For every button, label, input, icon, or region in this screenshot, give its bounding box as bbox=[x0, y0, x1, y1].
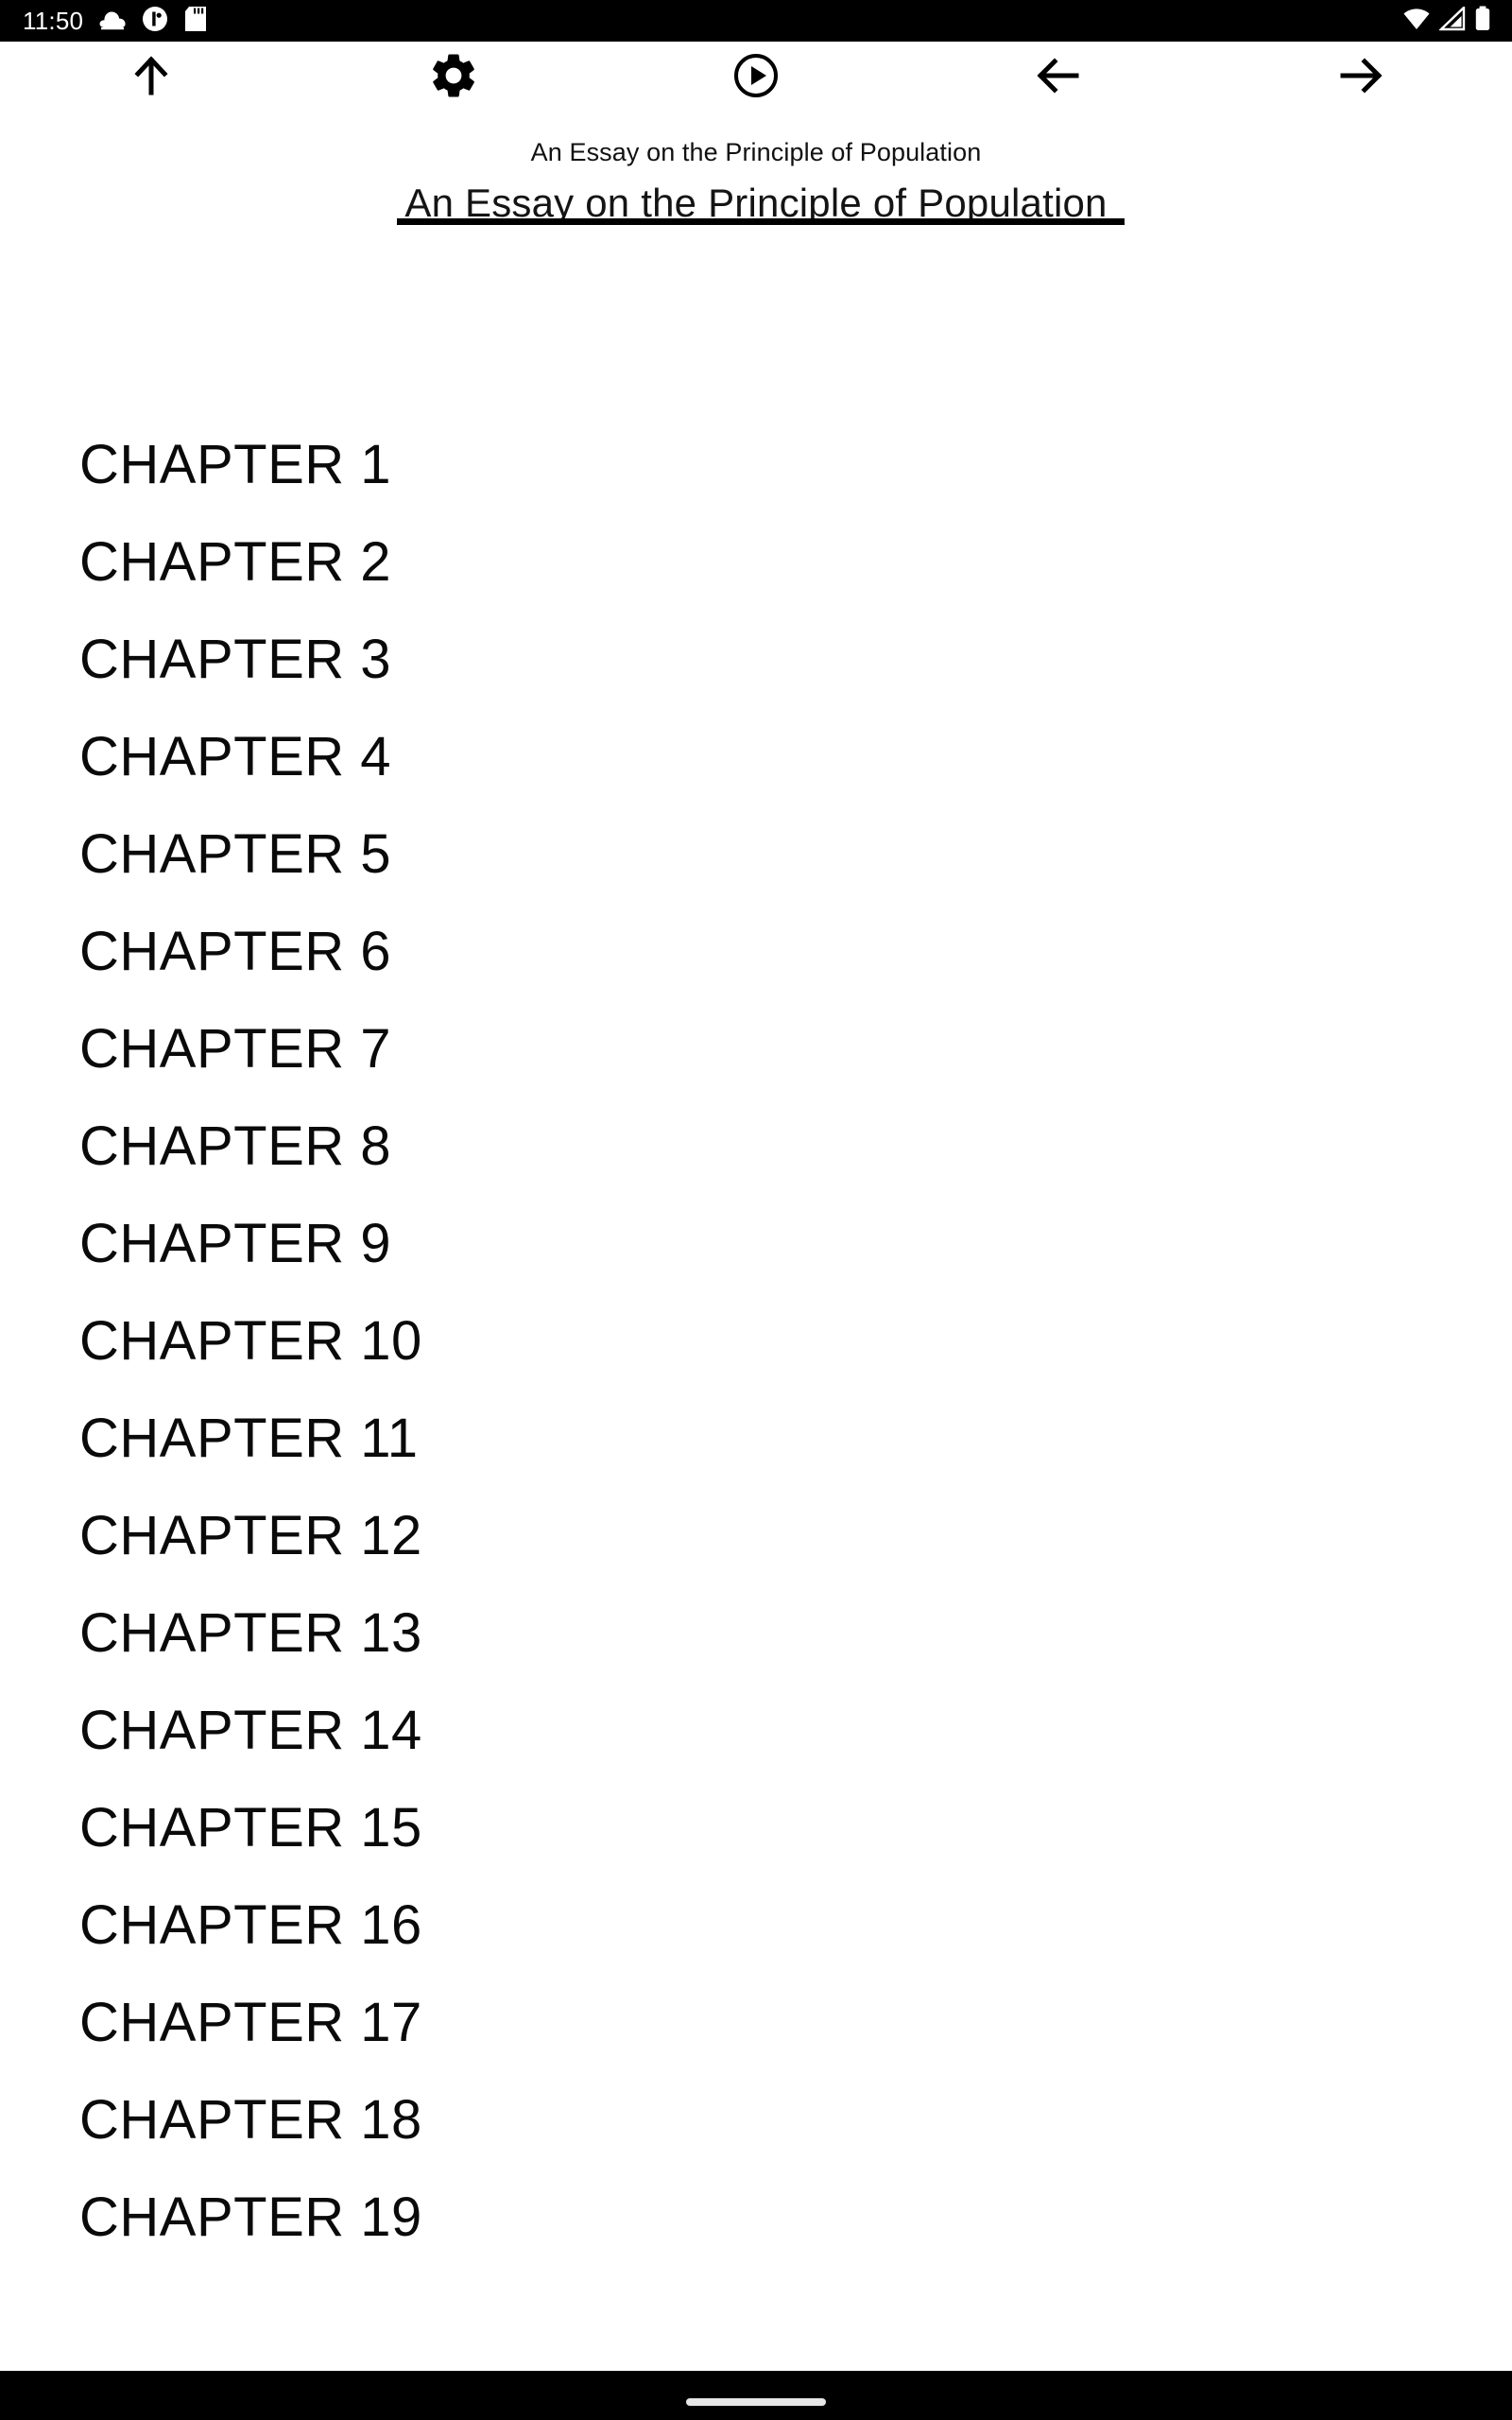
cloud-icon bbox=[98, 7, 127, 36]
arrow-right-icon bbox=[1335, 50, 1386, 106]
list-item[interactable]: CHAPTER 19 bbox=[79, 2169, 1512, 2266]
wifi-icon bbox=[1402, 7, 1431, 36]
app-screen: 11:50 An Essay on the Principle of Popul… bbox=[0, 0, 1512, 2420]
forward-button[interactable] bbox=[1309, 42, 1413, 113]
settings-button[interactable] bbox=[402, 42, 506, 113]
list-item[interactable]: CHAPTER 4 bbox=[79, 708, 1512, 805]
list-item[interactable]: CHAPTER 16 bbox=[79, 1876, 1512, 1974]
reader-toolbar bbox=[0, 42, 1512, 113]
battery-icon bbox=[1474, 6, 1491, 37]
list-item[interactable]: CHAPTER 12 bbox=[79, 1487, 1512, 1584]
gear-icon bbox=[427, 49, 480, 107]
list-item[interactable]: CHAPTER 5 bbox=[79, 805, 1512, 903]
list-item[interactable]: CHAPTER 10 bbox=[79, 1292, 1512, 1390]
status-bar-right bbox=[1402, 4, 1491, 37]
status-clock: 11:50 bbox=[23, 7, 84, 35]
list-item[interactable]: CHAPTER 2 bbox=[79, 513, 1512, 611]
arrow-left-icon bbox=[1033, 50, 1084, 106]
system-navigation-bar bbox=[0, 2371, 1512, 2420]
arrow-up-icon bbox=[127, 51, 176, 105]
list-item[interactable]: CHAPTER 6 bbox=[79, 903, 1512, 1000]
list-item[interactable]: CHAPTER 13 bbox=[79, 1584, 1512, 1682]
back-button[interactable] bbox=[1006, 42, 1110, 113]
list-item[interactable]: CHAPTER 1 bbox=[79, 416, 1512, 513]
list-item[interactable]: CHAPTER 8 bbox=[79, 1098, 1512, 1195]
list-item[interactable]: CHAPTER 15 bbox=[79, 1779, 1512, 1876]
page-title: An Essay on the Principle of Population bbox=[404, 181, 1108, 225]
list-item[interactable]: CHAPTER 14 bbox=[79, 1682, 1512, 1779]
list-item[interactable]: CHAPTER 17 bbox=[79, 1974, 1512, 2071]
status-bar-left: 11:50 bbox=[23, 6, 207, 37]
list-item[interactable]: CHAPTER 7 bbox=[79, 1000, 1512, 1098]
chapter-list: CHAPTER 1 CHAPTER 2 CHAPTER 3 CHAPTER 4 … bbox=[0, 416, 1512, 2266]
book-title-subtitle: An Essay on the Principle of Population bbox=[530, 138, 982, 166]
list-item[interactable]: CHAPTER 18 bbox=[79, 2071, 1512, 2169]
app-circle-icon bbox=[142, 6, 168, 37]
sd-card-icon bbox=[183, 6, 207, 37]
play-circle-icon bbox=[732, 52, 780, 104]
status-bar: 11:50 bbox=[0, 0, 1512, 42]
list-item[interactable]: CHAPTER 9 bbox=[79, 1195, 1512, 1292]
list-item[interactable]: CHAPTER 3 bbox=[79, 611, 1512, 708]
scroll-to-top-button[interactable] bbox=[99, 42, 203, 113]
book-title-header: An Essay on the Principle of Population … bbox=[0, 113, 1512, 225]
text-to-speech-button[interactable] bbox=[704, 42, 808, 113]
home-gesture-pill[interactable] bbox=[686, 2398, 826, 2406]
cellular-signal-icon bbox=[1438, 4, 1466, 36]
list-item[interactable]: CHAPTER 11 bbox=[79, 1390, 1512, 1487]
header-divider-rule bbox=[397, 218, 1125, 225]
